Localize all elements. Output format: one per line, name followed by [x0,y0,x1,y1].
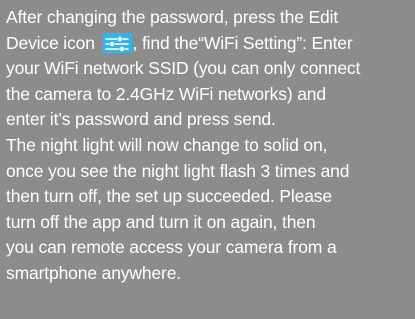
instruction-line: you can remote access your camera from a [6,237,337,258]
instruction-line: After changing the password, press the E… [6,7,339,27]
instruction-line-with-icon: Device icon , find the“WiFi Setting”: En… [6,31,411,57]
instruction-line: the camera to 2.4GHz WiFi networks) and [6,83,326,104]
instruction-text: , find the“WiFi Setting”: Enter [132,32,353,53]
instructions-paragraph-night-light: The night light will now change to solid… [6,133,411,287]
instruction-line: once you see the night light flash 3 tim… [6,160,350,181]
instruction-line: The night light will now change to solid… [6,134,328,155]
instruction-line: turn off the app and turn it on again, t… [6,211,316,232]
instruction-line: then turn off, the set up succeeded. Ple… [6,186,332,207]
edit-device-icon [101,32,132,53]
instruction-line: smartphone anywhere. [6,262,182,283]
instruction-line: enter it’s password and press send. [6,109,276,130]
instructions-paragraph-wifi-setup: After changing the password, press the E… [6,5,411,133]
instruction-text: Device icon [6,32,100,53]
instructions-panel: After changing the password, press the E… [0,0,415,319]
instruction-line: your WiFi network SSID (you can only con… [6,58,361,79]
